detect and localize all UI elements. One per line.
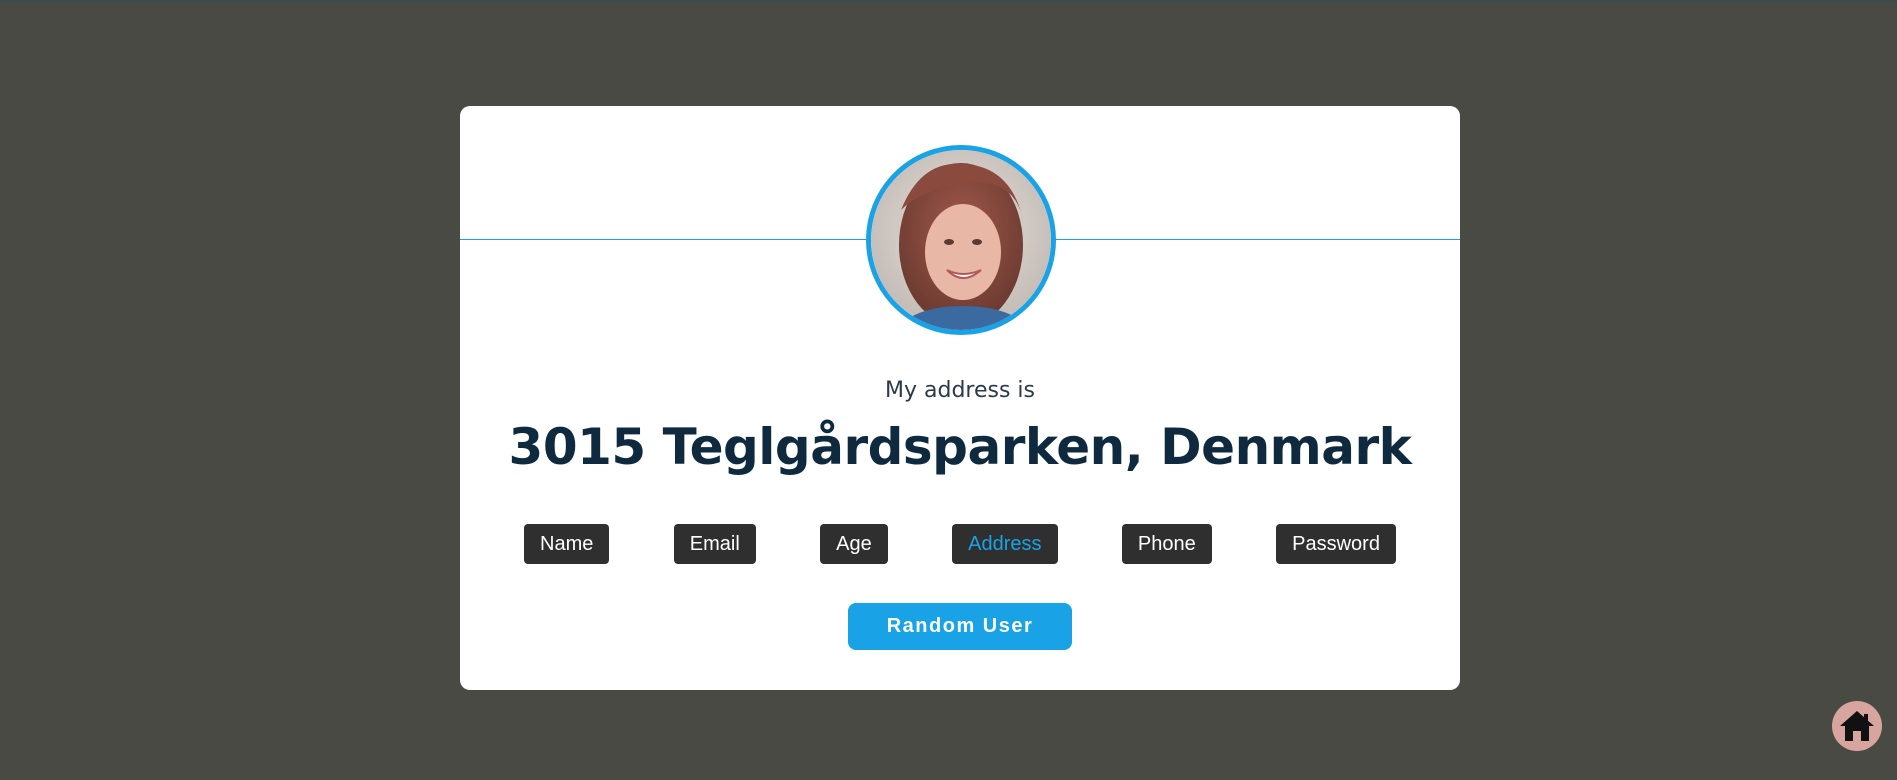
- tab-label: Password: [1292, 532, 1380, 555]
- home-icon: [1840, 711, 1874, 741]
- tab-label: Name: [540, 532, 594, 555]
- user-card: My address is 3015 Teglgårdsparken, Denm…: [460, 106, 1460, 690]
- avatar: [866, 145, 1056, 335]
- home-button[interactable]: [1832, 701, 1882, 751]
- tab-label: Phone: [1137, 532, 1196, 555]
- tab-email[interactable]: Email: [673, 524, 756, 564]
- tab-password[interactable]: Password: [1276, 524, 1396, 564]
- avatar-photo: [871, 150, 1051, 330]
- top-border: [0, 0, 1897, 2]
- attribute-value: 3015 Teglgårdsparken, Denmark: [508, 418, 1412, 476]
- tab-age[interactable]: Age: [820, 524, 888, 564]
- tab-label: Email: [689, 532, 740, 555]
- tab-label: Age: [836, 532, 872, 555]
- tab-phone[interactable]: Phone: [1121, 524, 1212, 564]
- attribute-tabs: Name Email Age Address Phone Password: [524, 524, 1396, 564]
- attribute-label: My address is: [885, 378, 1035, 403]
- tab-address[interactable]: Address: [952, 524, 1058, 564]
- random-user-button[interactable]: Random User: [848, 603, 1072, 650]
- tab-label: Address: [968, 532, 1042, 555]
- tab-name[interactable]: Name: [524, 524, 610, 564]
